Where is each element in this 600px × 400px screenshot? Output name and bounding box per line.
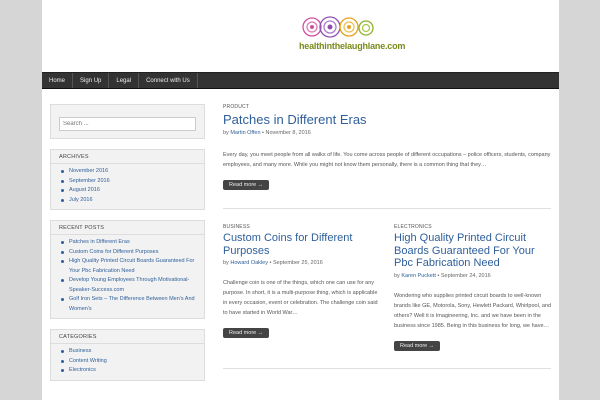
- post-card: BUSINESS Custom Coins for Different Purp…: [223, 224, 381, 339]
- nav-sign-up[interactable]: Sign Up: [73, 73, 110, 88]
- categories-widget: CATEGORIES Business Content Writing Elec…: [50, 329, 205, 381]
- recent-post-link[interactable]: High Quality Printed Circuit Boards Guar…: [61, 257, 196, 276]
- post-byline: by Karen Puckett • September 24, 2016: [394, 273, 552, 279]
- category-link[interactable]: Business: [61, 347, 196, 357]
- search-widget: [50, 104, 205, 139]
- archive-link[interactable]: July 2016: [61, 196, 196, 206]
- post-category[interactable]: BUSINESS: [223, 224, 381, 230]
- featured-post: PRODUCT Patches in Different Eras by Mar…: [223, 104, 551, 191]
- read-more-button[interactable]: Read more →: [223, 328, 270, 338]
- post-byline: by Martin Offen • November 8, 2016: [223, 130, 551, 136]
- post-card: ELECTRONICS High Quality Printed Circuit…: [394, 224, 552, 352]
- byline-dot: •: [262, 130, 264, 136]
- archive-link[interactable]: August 2016: [61, 186, 196, 196]
- recent-post-link[interactable]: Golf Iron Sets – The Difference Between …: [61, 295, 196, 314]
- post-title[interactable]: Custom Coins for Different Purposes: [223, 232, 381, 257]
- post-author[interactable]: Karen Puckett: [401, 273, 436, 279]
- site-logo[interactable]: healthinthelaughlane.com: [282, 13, 405, 59]
- search-input[interactable]: [59, 117, 196, 131]
- main-nav: Home Sign Up Legal Connect with Us: [42, 72, 559, 89]
- site-header: healthinthelaughlane.com: [42, 0, 559, 72]
- sidebar: ARCHIVES November 2016 September 2016 Au…: [50, 104, 205, 391]
- post-byline: by Howard Oakley • September 25, 2016: [223, 260, 381, 266]
- read-more-button[interactable]: Read more →: [394, 340, 441, 351]
- post-category[interactable]: PRODUCT: [223, 104, 551, 110]
- post-date: September 25, 2016: [272, 260, 323, 266]
- post-date: November 8, 2016: [265, 130, 311, 136]
- post-date: September 24, 2016: [440, 272, 491, 279]
- byline-prefix: by: [223, 260, 229, 266]
- post-divider: [223, 208, 551, 209]
- categories-title: CATEGORIES: [51, 330, 204, 344]
- post-excerpt: Wondering who supplies printed circuit b…: [394, 292, 552, 329]
- byline-dot: •: [269, 260, 272, 266]
- post-author[interactable]: Howard Oakley: [230, 260, 268, 266]
- archive-link[interactable]: September 2016: [61, 177, 196, 187]
- read-more-button[interactable]: Read more →: [223, 180, 270, 190]
- post-category[interactable]: ELECTRONICS: [394, 224, 552, 230]
- nav-home[interactable]: Home: [42, 73, 74, 88]
- archives-title: ARCHIVES: [51, 150, 204, 164]
- nav-legal[interactable]: Legal: [109, 73, 140, 88]
- post-title[interactable]: High Quality Printed Circuit Boards Guar…: [394, 232, 552, 270]
- post-author[interactable]: Martin Offen: [230, 130, 260, 136]
- category-link[interactable]: Content Writing: [61, 357, 196, 367]
- recent-post-link[interactable]: Patches in Different Eras: [61, 238, 196, 248]
- post-title[interactable]: Patches in Different Eras: [223, 112, 551, 127]
- post-excerpt: Challenge coin is one of the things, whi…: [223, 280, 378, 316]
- page: healthinthelaughlane.com Home Sign Up Le…: [42, 0, 559, 400]
- category-link[interactable]: Electronics: [61, 366, 196, 376]
- archives-widget: ARCHIVES November 2016 September 2016 Au…: [50, 149, 205, 210]
- flower-logo-icon: [302, 16, 374, 38]
- byline-dot: •: [437, 272, 440, 279]
- post-divider: [223, 368, 551, 369]
- recent-post-link[interactable]: Develop Young Employees Through Motivati…: [61, 276, 196, 295]
- post-excerpt: Every day, you meet people from all walk…: [223, 152, 551, 168]
- logo-text: healthinthelaughlane.com: [299, 41, 406, 51]
- recent-post-link[interactable]: Custom Coins for Different Purposes: [61, 248, 196, 258]
- byline-prefix: by: [394, 272, 400, 279]
- byline-prefix: by: [223, 130, 229, 136]
- recent-posts-widget: RECENT POSTS Patches in Different Eras C…: [50, 220, 205, 319]
- archive-link[interactable]: November 2016: [61, 167, 196, 177]
- recent-posts-title: RECENT POSTS: [51, 221, 204, 235]
- nav-connect[interactable]: Connect with Us: [139, 73, 198, 88]
